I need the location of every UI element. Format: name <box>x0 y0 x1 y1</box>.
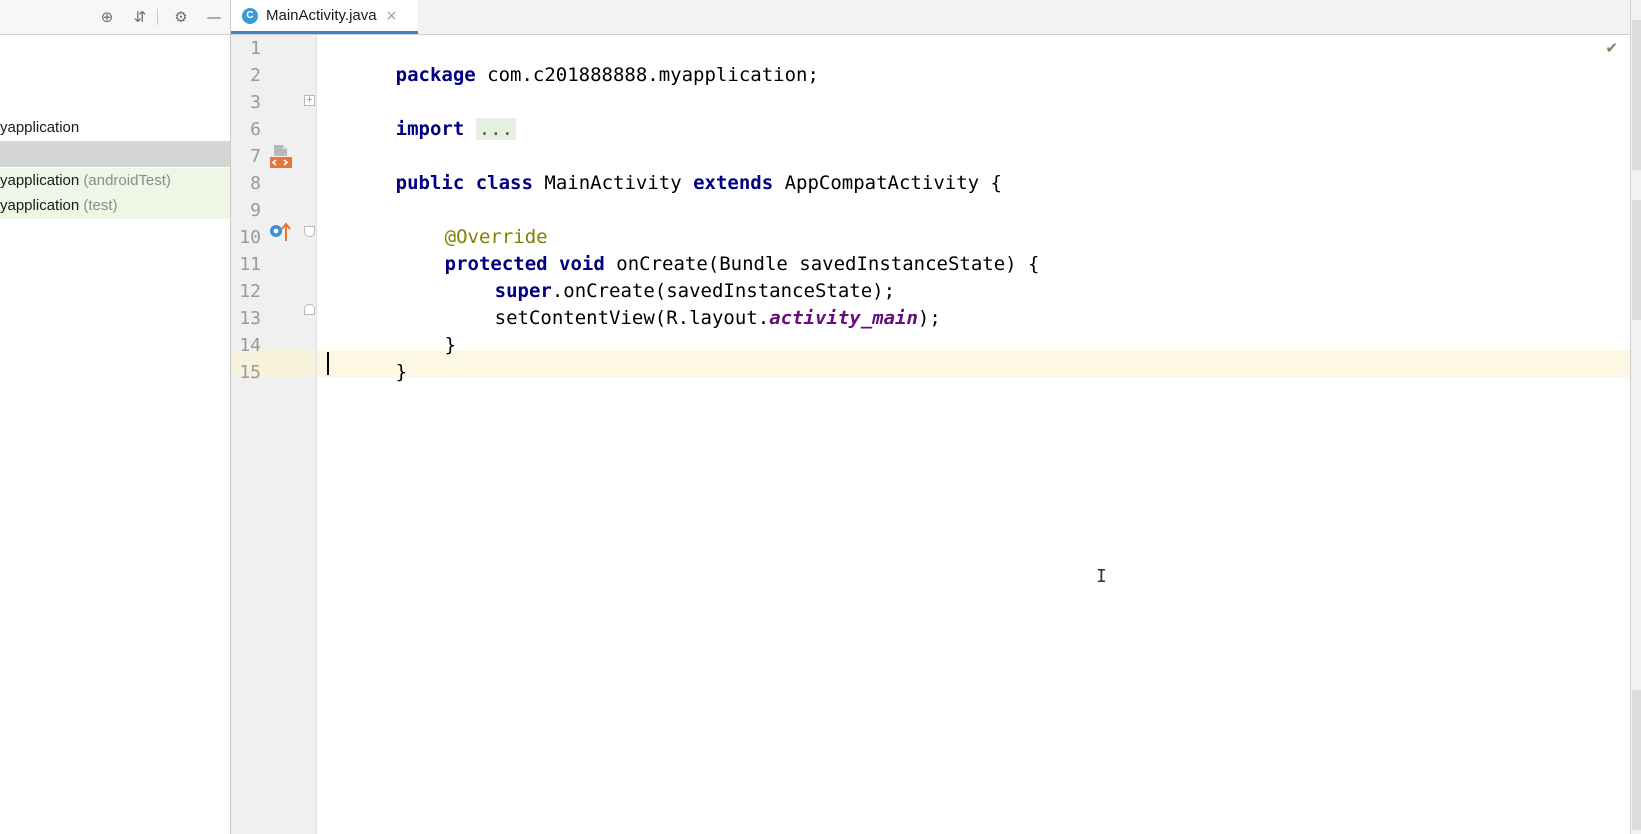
gear-icon[interactable]: ⚙ <box>170 6 192 28</box>
override-method-gutter-icon[interactable] <box>268 221 292 243</box>
code-line-14: } <box>327 332 407 383</box>
code-line-10: protected void onCreate(Bundle savedInst… <box>376 224 1040 275</box>
project-panel: ⊕ ⇵ ⚙ — yapplication yapplication (andro… <box>0 0 231 834</box>
line-number: 14 <box>239 335 261 356</box>
right-tool-window-strip <box>1630 0 1641 834</box>
editor-gutter[interactable]: 1 2 3 6 7 8 9 10 11 12 13 14 15 + <box>231 35 317 834</box>
tree-item-package-main[interactable]: yapplication <box>0 115 230 141</box>
toolbar-divider <box>157 9 158 25</box>
line-number: 3 <box>250 92 261 113</box>
keyword: import <box>395 118 465 140</box>
tree-item-label: yapplication <box>0 172 80 189</box>
tree-item-package-test[interactable]: yapplication (test) <box>0 193 230 219</box>
folded-imports[interactable]: ... <box>475 118 517 140</box>
line-number: 10 <box>239 227 261 248</box>
editor-tab-bar: C MainActivity.java × <box>231 0 1630 35</box>
code-text: setContentView(R.layout. <box>494 307 770 329</box>
tool-window-tab[interactable] <box>1632 690 1641 830</box>
line-number: 6 <box>250 119 261 140</box>
collapse-all-icon[interactable]: ⇵ <box>129 6 151 28</box>
tab-main-activity[interactable]: C MainActivity.java × <box>231 0 418 34</box>
line-number: 13 <box>239 308 261 329</box>
keyword: extends <box>693 172 774 194</box>
tool-window-tab[interactable] <box>1632 200 1641 320</box>
code-text: AppCompatActivity { <box>773 172 1002 194</box>
code-editor: C MainActivity.java × 1 2 3 6 7 8 9 10 1… <box>231 0 1630 834</box>
tree-item-label: yapplication <box>0 197 80 214</box>
code-text: } <box>395 361 408 383</box>
check-icon[interactable]: ✔ <box>1605 39 1618 57</box>
keyword: package <box>395 64 476 86</box>
tree-item-suffix: (test) <box>79 197 118 214</box>
static-field: activity_main <box>769 307 918 329</box>
code-text: } <box>444 334 457 356</box>
mouse-text-cursor-icon: I <box>1096 566 1107 587</box>
fold-expand-icon[interactable]: + <box>304 95 315 106</box>
close-icon[interactable]: × <box>386 8 398 24</box>
locate-file-icon[interactable]: ⊕ <box>96 6 118 28</box>
fold-collapse-icon[interactable] <box>304 226 315 237</box>
line-number: 2 <box>250 65 261 86</box>
class-layout-gutter-icon[interactable] <box>268 143 292 169</box>
current-line-highlight <box>317 350 1630 377</box>
code-text: com.c201888888.myapplication; <box>475 64 819 86</box>
code-line-7: public class MainActivity extends AppCom… <box>327 143 1002 194</box>
tree-item-package-android-test[interactable]: yapplication (androidTest) <box>0 168 230 194</box>
tab-title: MainActivity.java <box>266 7 377 24</box>
tree-item-label: yapplication <box>0 119 80 136</box>
line-number: 15 <box>239 362 261 383</box>
code-line-1: package com.c201888888.myapplication; <box>327 35 819 86</box>
line-number: 1 <box>250 38 261 59</box>
keyword: public <box>395 172 465 194</box>
code-text: ); <box>917 307 941 329</box>
line-number: 9 <box>250 200 261 221</box>
code-line-11: super.onCreate(savedInstanceState); <box>426 251 895 302</box>
tool-window-tab[interactable] <box>1632 20 1641 170</box>
line-number: 7 <box>250 146 261 167</box>
line-number: 12 <box>239 281 261 302</box>
minimize-icon[interactable]: — <box>203 6 225 28</box>
code-line-9: @Override <box>376 197 548 248</box>
class-name: MainActivity <box>532 172 694 194</box>
code-line-3: import ... <box>327 89 517 140</box>
keyword: class <box>475 172 533 194</box>
code-text-area[interactable]: package com.c201888888.myapplication; im… <box>317 35 1630 834</box>
java-class-icon: C <box>242 7 258 24</box>
code-line-12: setContentView(R.layout.activity_main); <box>426 278 941 329</box>
project-panel-toolbar: ⊕ ⇵ ⚙ — <box>0 0 230 35</box>
code-line-13: } <box>376 305 456 356</box>
line-number: 11 <box>239 254 261 275</box>
line-number: 8 <box>250 173 261 194</box>
tree-item-suffix: (androidTest) <box>79 172 171 189</box>
tree-item-selected[interactable] <box>0 141 230 167</box>
fold-end-icon[interactable] <box>304 304 315 315</box>
